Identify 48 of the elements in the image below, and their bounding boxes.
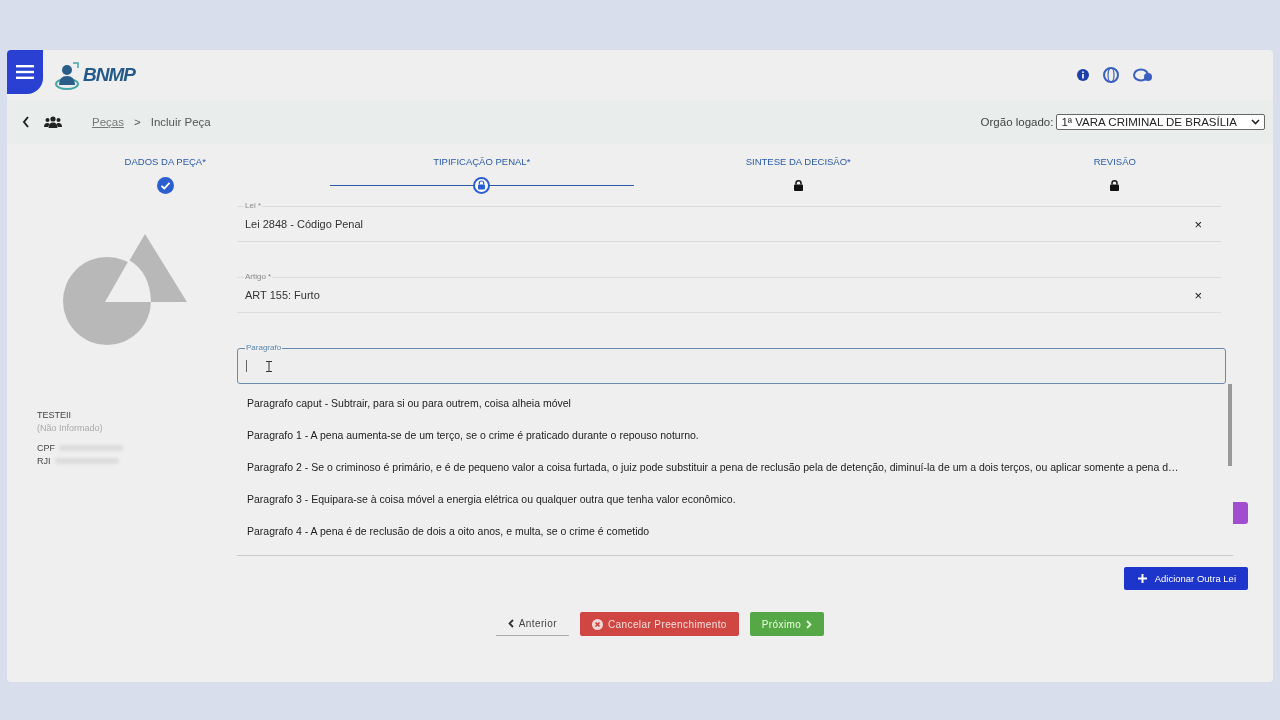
breadcrumb-current: Incluir Peça [150, 116, 211, 128]
cancel-button[interactable]: Cancelar Preenchimento [579, 612, 739, 636]
close-circle-icon [591, 618, 603, 630]
lock-icon [793, 180, 803, 191]
text-cursor-icon [266, 360, 272, 372]
step-label: DADOS DA PEÇA* [124, 156, 206, 167]
step-label: TIPIFICAÇÃO PENAL* [433, 156, 531, 167]
lock-icon [1110, 180, 1120, 191]
lock-circle-icon [473, 177, 491, 194]
menu-icon [16, 65, 34, 79]
step-label: REVISÃO [1093, 156, 1136, 167]
globe-icon[interactable] [1103, 67, 1119, 83]
previous-button[interactable]: Anterior [495, 612, 569, 636]
dropdown-option[interactable]: Paragrafo 1 - A pena aumenta-se de um terço, se o crime é praticado durante o repouso noturno. [237, 419, 1233, 451]
field-label: Paragrafo [245, 343, 283, 353]
person-logo-icon [55, 60, 81, 90]
field-value: ART 155: Furto [245, 289, 320, 301]
dropdown-option[interactable]: Paragrafo 3 - Equipara-se à coisa móvel a energia elétrica ou qualquer outra que tenha valor econômico. [237, 483, 1233, 515]
add-law-button[interactable]: Adicionar Outra Lei [1123, 567, 1248, 590]
chevron-right-icon [806, 619, 813, 629]
dropdown-option[interactable]: Paragrafo 4 - A pena é de reclusão de dois a oito anos, e multa, se o crime é cometido [237, 515, 1233, 547]
check-circle-icon [156, 177, 174, 194]
field-label: Lei * [244, 201, 262, 211]
dropdown-option[interactable]: Paragrafo caput - Subtrair, para si ou para outrem, coisa alheia móvel [237, 387, 1233, 419]
people-icon [44, 116, 62, 128]
placeholder-avatar-icon [61, 234, 187, 346]
info-icon[interactable] [1077, 69, 1089, 81]
scrollbar[interactable] [1228, 384, 1232, 466]
person-field-label: CPF [37, 443, 55, 453]
dropdown-option[interactable]: Paragrafo 2 - Se o criminoso é primário, e é de pequeno valor a coisa furtada, o juiz pode substituir a pena de reclusão pela de detenção, diminuí-la de um a dois terços, ou aplicar somente a pena d… [237, 451, 1233, 483]
field-value: Lei 2848 - Código Penal [245, 218, 364, 230]
step-label: SINTESE DA DECISÃO* [745, 156, 851, 167]
orgao-label: Orgão logado: [980, 116, 1054, 128]
person-field-label: RJI [37, 456, 51, 466]
chevron-down-icon [1251, 119, 1260, 125]
person-name: TESTEII [37, 410, 72, 420]
orgao-select[interactable]: 1ª VARA CRIMINAL DE BRASÍLIA [1056, 114, 1265, 130]
chevron-left-icon [507, 619, 514, 628]
clear-button[interactable]: × [1194, 216, 1202, 232]
plus-icon [1137, 574, 1147, 583]
breadcrumb-link[interactable]: Peças [92, 116, 124, 128]
person-subtitle: (Não Informado) [37, 423, 104, 433]
clear-button[interactable]: × [1194, 287, 1202, 303]
menu-button[interactable] [7, 50, 43, 94]
field-label: Artigo * [244, 272, 273, 282]
chat-icon[interactable] [1133, 67, 1153, 83]
breadcrumb-separator: > [133, 116, 141, 128]
logo-text: BNMP [83, 64, 135, 86]
